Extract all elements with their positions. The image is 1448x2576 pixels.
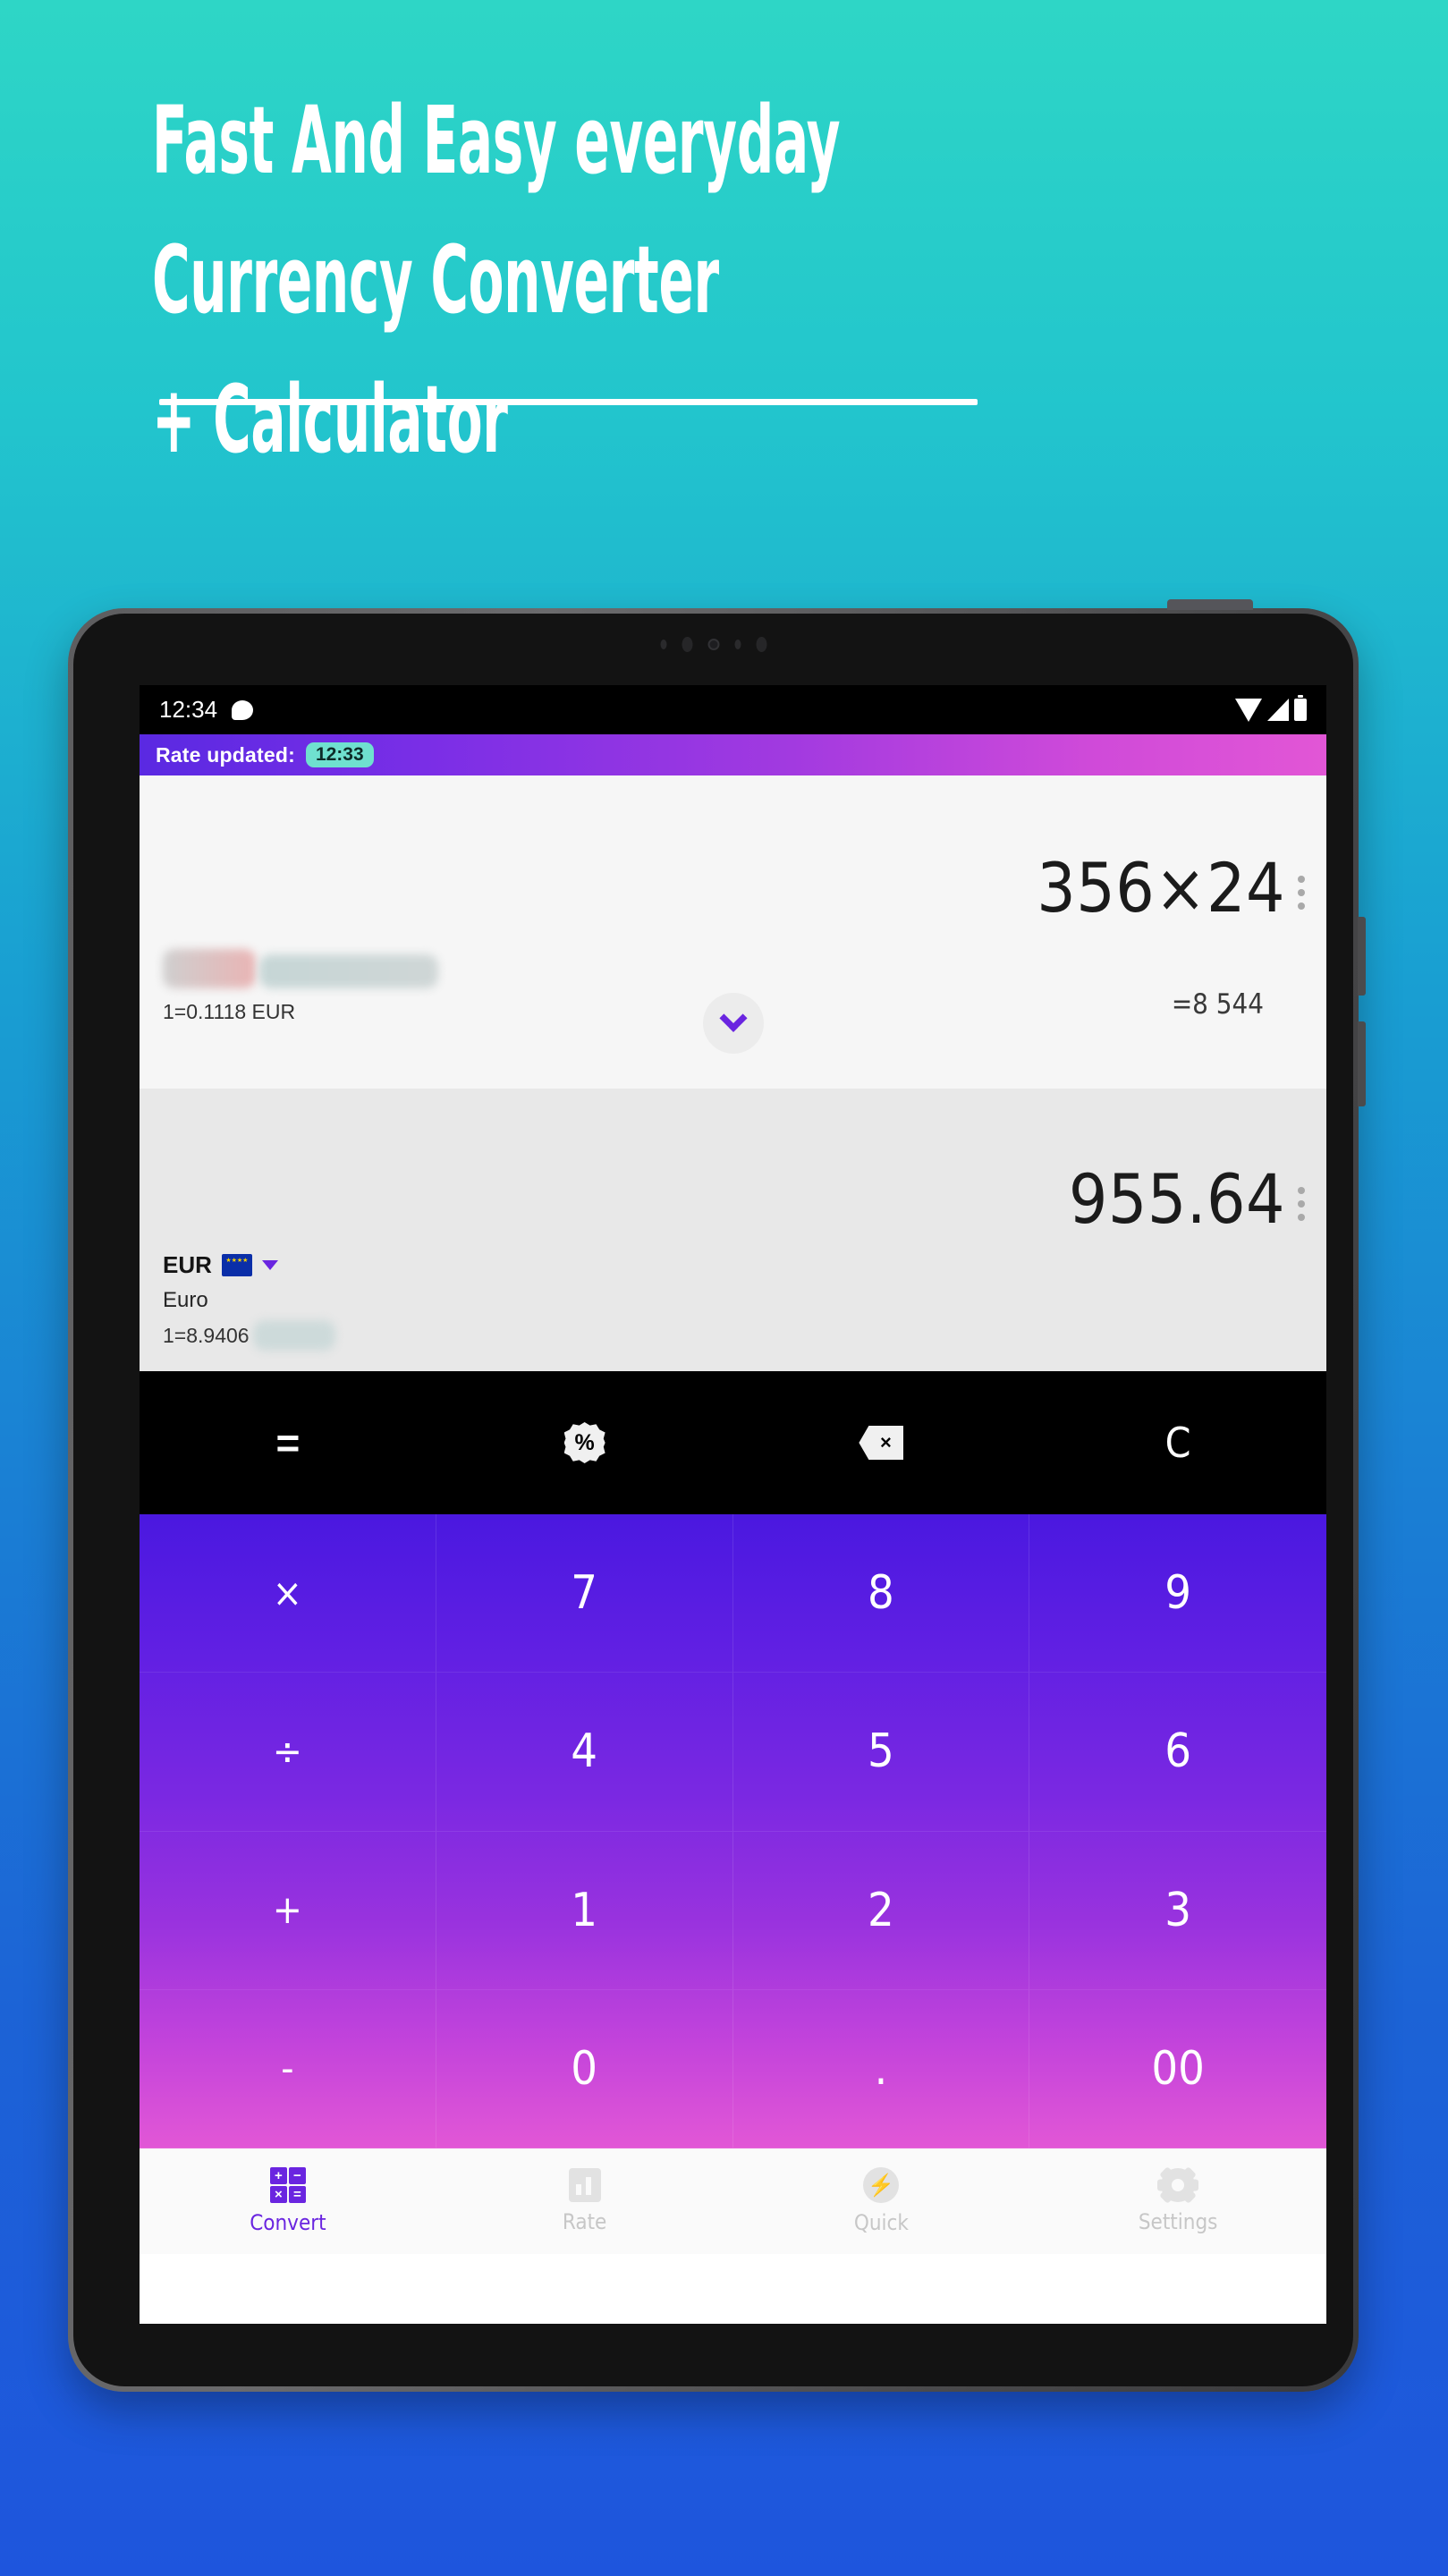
source-currency-code-redacted[interactable] (163, 949, 256, 988)
device-screen: 12:34 Rate updated: 12:33 356×24 =8 544 … (140, 685, 1326, 2324)
key-4[interactable]: 4 (436, 1673, 733, 1832)
target-rate-code-redacted (252, 1320, 335, 1351)
calculator-icon: + − × = (269, 2167, 306, 2203)
percent-button[interactable]: % (436, 1371, 733, 1514)
tablet-bezel: 12:34 Rate updated: 12:33 356×24 =8 544 … (73, 614, 1353, 2386)
speaker-icon (682, 637, 692, 652)
target-currency-code: EUR (163, 1251, 212, 1278)
nav-item-quick[interactable]: ⚡ Quick (733, 2167, 1030, 2235)
source-amount[interactable]: 356×24 (1037, 854, 1285, 922)
nav-item-rate[interactable]: Rate (436, 2168, 733, 2234)
nav-label-rate: Rate (562, 2209, 607, 2234)
expand-toggle-button[interactable] (702, 993, 764, 1054)
key-0[interactable]: 0 (436, 1989, 733, 2148)
calculator-keypad: × 7 8 9 ÷ 4 5 6 + 1 2 3 - 0 . 00 (140, 1514, 1326, 2148)
target-rate-text: 1=8.9406 (163, 1323, 250, 1347)
source-currency-block[interactable]: 1=0.1118 EUR (163, 944, 439, 1024)
bottom-navigation: + − × = Convert Rate ⚡ Quick Settings (140, 2148, 1326, 2254)
more-vertical-icon[interactable] (1298, 854, 1305, 910)
headline-line-3: + Calculator (152, 365, 508, 474)
conversion-row-target[interactable]: 955.64 EUR Euro 1=8.9406 (140, 1089, 1326, 1371)
status-bar-left: 12:34 (159, 696, 254, 724)
key-1[interactable]: 1 (436, 1831, 733, 1990)
battery-icon (1294, 695, 1307, 721)
key-7[interactable]: 7 (436, 1514, 733, 1674)
key-9[interactable]: 9 (1029, 1514, 1326, 1674)
nav-item-settings[interactable]: Settings (1029, 2168, 1326, 2234)
more-vertical-icon[interactable] (1298, 1165, 1305, 1221)
headline-line-2: Currency Converter (152, 225, 719, 335)
target-currency-name: Euro (163, 1288, 208, 1312)
volume-down-button[interactable] (1358, 1021, 1366, 1106)
backspace-icon: × (859, 1426, 904, 1460)
front-camera-icon (707, 639, 719, 650)
percent-icon: % (563, 1422, 605, 1463)
message-icon (232, 699, 254, 720)
target-currency-header[interactable]: EUR (163, 1251, 335, 1279)
key-decimal[interactable]: . (732, 1989, 1030, 2148)
equals-button[interactable]: = (140, 1371, 436, 1514)
nav-label-convert: Convert (250, 2210, 326, 2235)
proximity-sensor-icon (756, 637, 766, 652)
tablet-device: 12:34 Rate updated: 12:33 356×24 =8 544 … (68, 599, 1366, 2392)
caret-down-icon[interactable] (261, 1260, 278, 1270)
source-sub-result: =8 544 (1171, 988, 1264, 1021)
source-rate-text: 1=0.1118 EUR (163, 1000, 296, 1023)
key-plus[interactable]: + (140, 1831, 436, 1990)
status-bar-right (1235, 695, 1307, 722)
source-currency-name-redacted (259, 954, 439, 988)
key-minus[interactable]: - (140, 1989, 436, 2148)
headline-line-1: Fast And Easy everyday (152, 86, 841, 195)
target-amount[interactable]: 955.64 (1069, 1165, 1285, 1233)
key-5[interactable]: 5 (732, 1673, 1030, 1832)
nav-item-convert[interactable]: + − × = Convert (140, 2167, 436, 2235)
rate-updated-time-badge[interactable]: 12:33 (305, 742, 374, 767)
app-bar: Rate updated: 12:33 (140, 734, 1326, 775)
key-divide[interactable]: ÷ (140, 1673, 436, 1832)
eu-flag-icon (221, 1254, 252, 1276)
key-3[interactable]: 3 (1029, 1832, 1326, 1990)
lightning-bolt-icon: ⚡ (863, 2167, 900, 2203)
front-sensors (660, 637, 766, 652)
backspace-button[interactable]: × (733, 1371, 1030, 1514)
gear-icon (1157, 2168, 1199, 2202)
status-bar: 12:34 (140, 685, 1326, 734)
hero-headline: Fast And Easy everyday Currency Converte… (152, 94, 1315, 513)
sensor-icon (660, 640, 666, 649)
function-bar: = % × C (140, 1371, 1326, 1514)
key-multiply[interactable]: × (140, 1514, 436, 1674)
target-rate-row: 1=8.9406 (163, 1320, 335, 1351)
nav-label-quick: Quick (853, 2210, 909, 2235)
rate-updated-label: Rate updated: (156, 742, 295, 767)
key-6[interactable]: 6 (1029, 1673, 1326, 1832)
chevron-down-icon (718, 1004, 748, 1032)
key-8[interactable]: 8 (732, 1514, 1030, 1674)
target-amount-wrap: 955.64 (1069, 1165, 1305, 1233)
status-bar-clock: 12:34 (159, 696, 218, 723)
target-currency-block[interactable]: EUR Euro 1=8.9406 (163, 1251, 335, 1351)
wifi-icon (1235, 698, 1262, 722)
key-double-zero[interactable]: 00 (1029, 1990, 1326, 2148)
key-2[interactable]: 2 (732, 1831, 1030, 1990)
power-button[interactable] (1167, 599, 1253, 610)
clear-button[interactable]: C (1029, 1371, 1326, 1514)
light-sensor-icon (734, 640, 741, 649)
nav-label-settings: Settings (1138, 2209, 1218, 2234)
signal-icon (1267, 699, 1289, 721)
source-amount-wrap: 356×24 (1037, 854, 1305, 922)
headline-underline (159, 399, 978, 405)
volume-up-button[interactable] (1358, 917, 1366, 996)
bar-chart-icon (568, 2168, 601, 2202)
